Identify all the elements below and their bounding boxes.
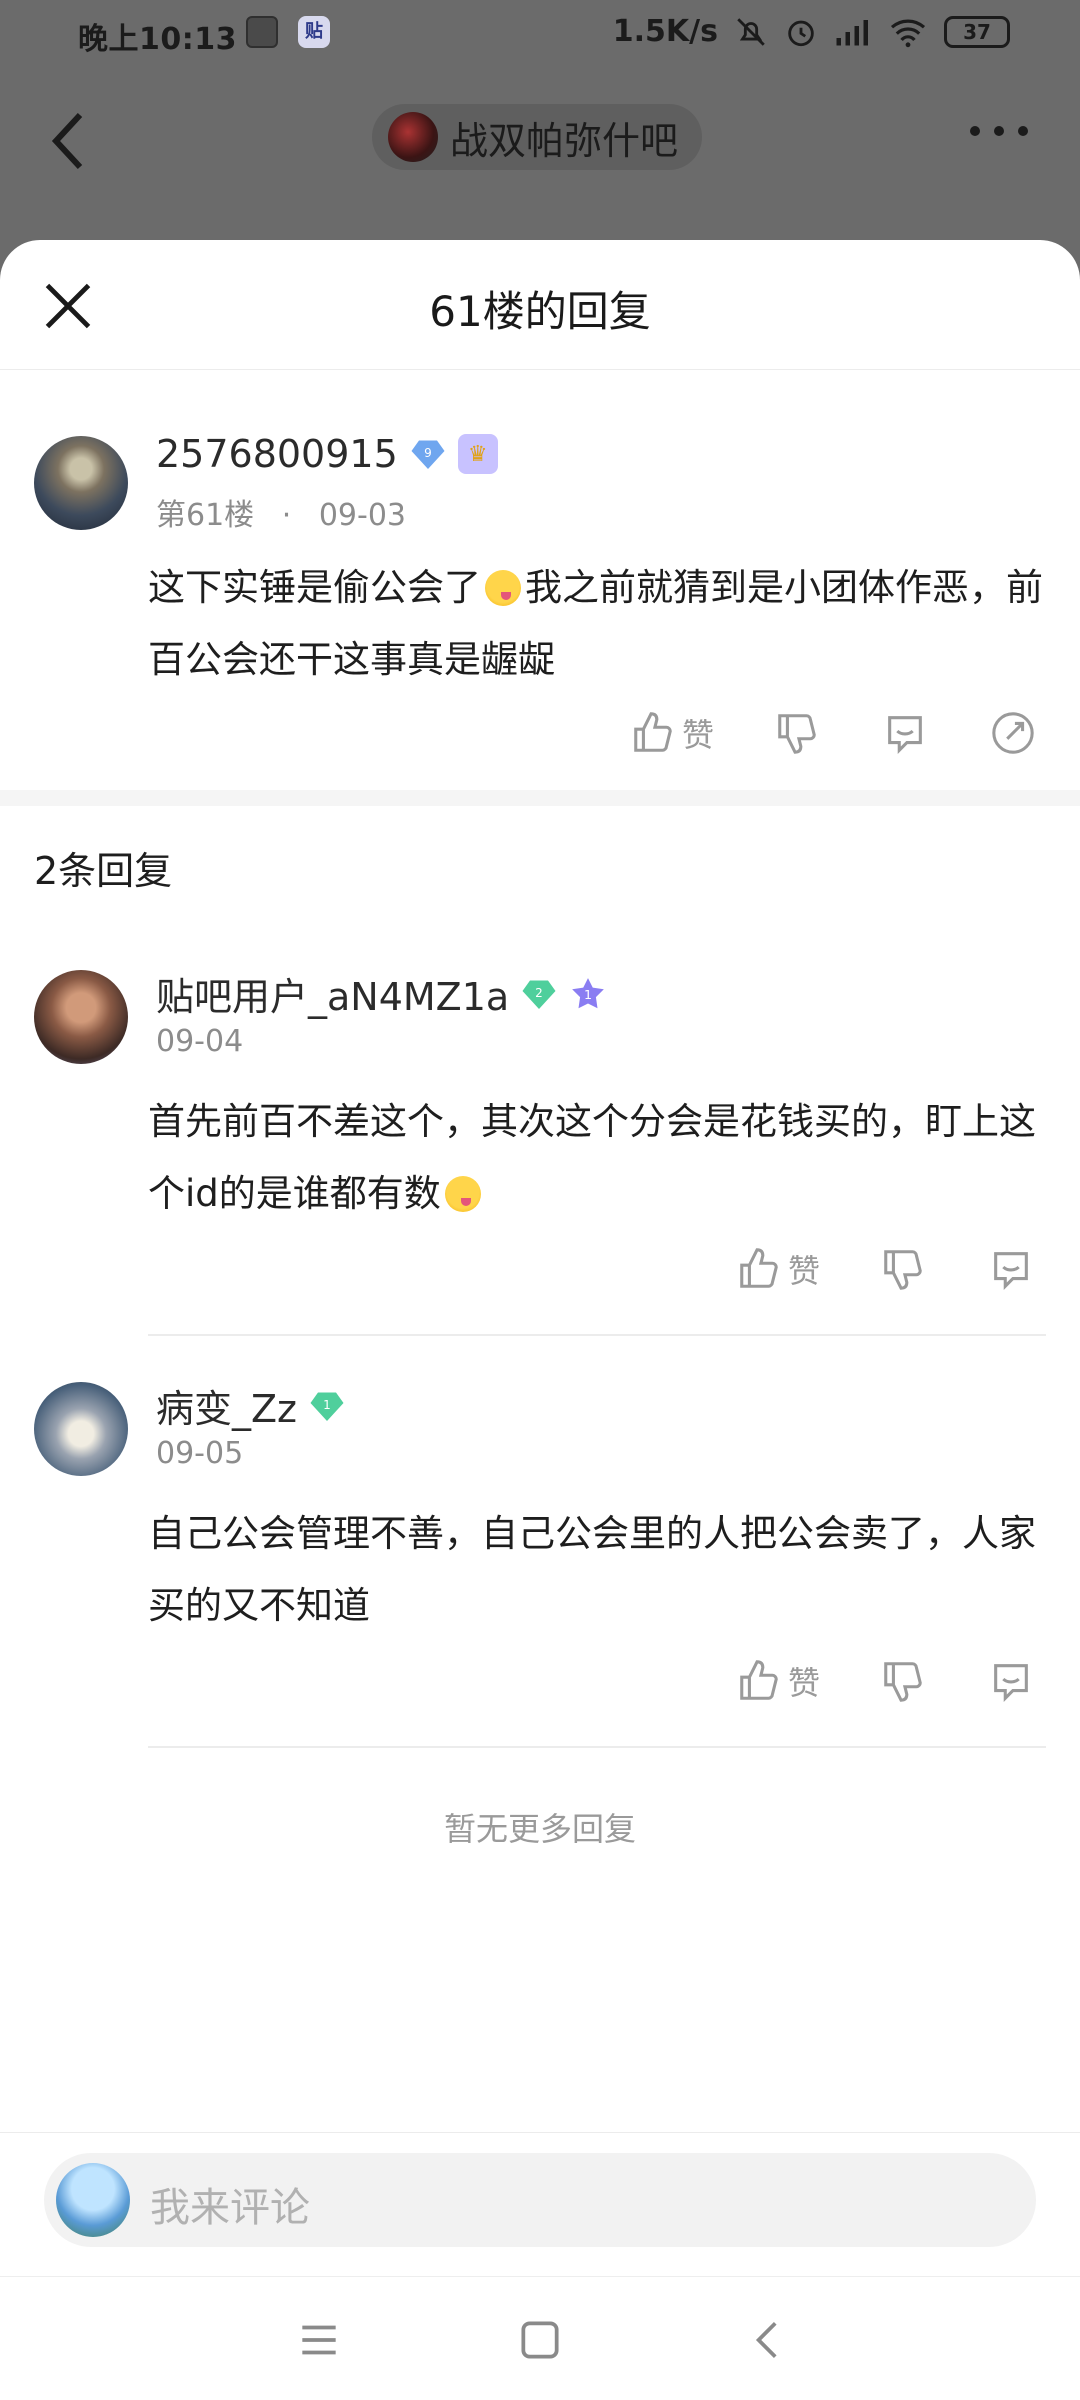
thumbs-down-icon[interactable] <box>880 1658 926 1704</box>
sheet-header: 61楼的回复 <box>0 240 1080 370</box>
emoji-tongue-icon <box>444 1176 481 1212</box>
thumbs-up-icon <box>740 1660 778 1700</box>
reply-count: 2条回复 <box>34 849 173 893</box>
star-badge-icon: 1 <box>572 977 605 1008</box>
emoji-tongue-icon <box>485 570 521 606</box>
like-label: 赞 <box>682 716 715 754</box>
reply-text: 首先前百不差这个，其次这个分会是花钱买的，盯上这个id的是谁都有数 <box>148 1100 1036 1215</box>
like-label: 赞 <box>788 1664 821 1702</box>
reply-divider <box>148 1334 1046 1336</box>
avatar[interactable] <box>34 970 128 1064</box>
post-text: 这下实锤是偷公会了 <box>148 566 481 609</box>
sheet-title: 61楼的回复 <box>429 287 651 336</box>
signal-icon <box>836 19 868 45</box>
avatar[interactable] <box>34 436 128 530</box>
like-button[interactable]: 赞 <box>736 1658 820 1704</box>
username[interactable]: 病变_Zz <box>156 1378 297 1433</box>
svg-text:9: 9 <box>424 446 432 460</box>
share-icon[interactable] <box>990 710 1036 756</box>
system-nav-bar <box>0 2276 1080 2400</box>
like-button[interactable]: 赞 <box>736 1246 820 1292</box>
back-arrow-icon[interactable] <box>48 111 88 171</box>
app-notification-icon <box>246 16 278 48</box>
background-page-header: 战双帕弥什吧 <box>0 66 1080 241</box>
reply-sheet: 61楼的回复 2576800915 9 ♛ 第61楼 · 09-03 这下实锤是… <box>0 240 1080 2400</box>
forum-title-pill[interactable]: 战双帕弥什吧 <box>372 104 703 170</box>
thumbs-down-icon[interactable] <box>880 1246 926 1292</box>
battery-indicator: 37 <box>944 15 1010 48</box>
home-square-icon[interactable] <box>515 2315 565 2365</box>
svg-text:1: 1 <box>323 1398 331 1412</box>
tieba-app-icon: 贴 <box>298 16 330 48</box>
comment-input[interactable]: 我来评论 <box>44 2153 1036 2247</box>
comment-placeholder: 我来评论 <box>150 2185 310 2231</box>
wifi-icon <box>890 19 926 47</box>
svg-text:1: 1 <box>584 986 592 1001</box>
back-triangle-icon[interactable] <box>744 2315 794 2365</box>
reply-date: 09-05 <box>156 1436 244 1471</box>
my-avatar <box>56 2163 130 2237</box>
avatar[interactable] <box>34 1382 128 1476</box>
comment-icon[interactable] <box>988 1246 1034 1292</box>
post-content: 这下实锤是偷公会了 我之前就猜到是小团体作恶，前百公会还干这事真是龌龊 <box>148 552 1048 696</box>
status-bar: 晚上10:13 贴 1.5K/s 37 <box>0 0 1080 66</box>
mute-bell-icon <box>737 17 765 46</box>
level-badge-icon: 1 <box>310 1392 344 1421</box>
username[interactable]: 2576800915 <box>156 432 398 476</box>
floor-label: 第61楼 <box>156 498 255 533</box>
section-divider <box>0 790 1080 806</box>
comment-icon[interactable] <box>882 710 928 756</box>
reply-divider <box>148 1746 1046 1748</box>
level-badge-icon: 2 <box>522 980 556 1009</box>
username[interactable]: 贴吧用户_aN4MZ1a <box>156 966 509 1021</box>
network-speed: 1.5K/s <box>612 14 718 49</box>
forum-title: 战双帕弥什吧 <box>450 118 679 163</box>
comment-icon[interactable] <box>988 1658 1034 1704</box>
level-badge-icon: 9 <box>411 440 445 469</box>
reply-date: 09-04 <box>156 1024 244 1059</box>
more-options-icon[interactable] <box>970 126 1028 136</box>
status-time: 晚上10:13 <box>78 22 237 57</box>
crown-badge-icon: ♛ <box>457 434 498 474</box>
meta-separator: · <box>281 498 292 533</box>
no-more-replies: 暂无更多回复 <box>443 1810 636 1848</box>
thumbs-down-icon[interactable] <box>774 710 820 756</box>
svg-text:2: 2 <box>535 986 543 1000</box>
post-date: 09-03 <box>318 498 407 533</box>
reply-text: 自己公会管理不善，自己公会里的人把公会卖了，人家买的又不知道 <box>148 1512 1036 1627</box>
comment-composer: 我来评论 <box>0 2132 1080 2266</box>
reply-content: 首先前百不差这个，其次这个分会是花钱买的，盯上这个id的是谁都有数 <box>148 1086 1048 1230</box>
alarm-icon <box>788 20 814 46</box>
like-label: 赞 <box>788 1252 821 1290</box>
thumbs-up-icon <box>634 712 672 752</box>
menu-icon[interactable] <box>294 2315 344 2365</box>
forum-avatar <box>388 112 438 162</box>
like-button[interactable]: 赞 <box>630 710 714 756</box>
thumbs-up-icon <box>740 1248 778 1288</box>
reply-content: 自己公会管理不善，自己公会里的人把公会卖了，人家买的又不知道 <box>148 1498 1048 1642</box>
